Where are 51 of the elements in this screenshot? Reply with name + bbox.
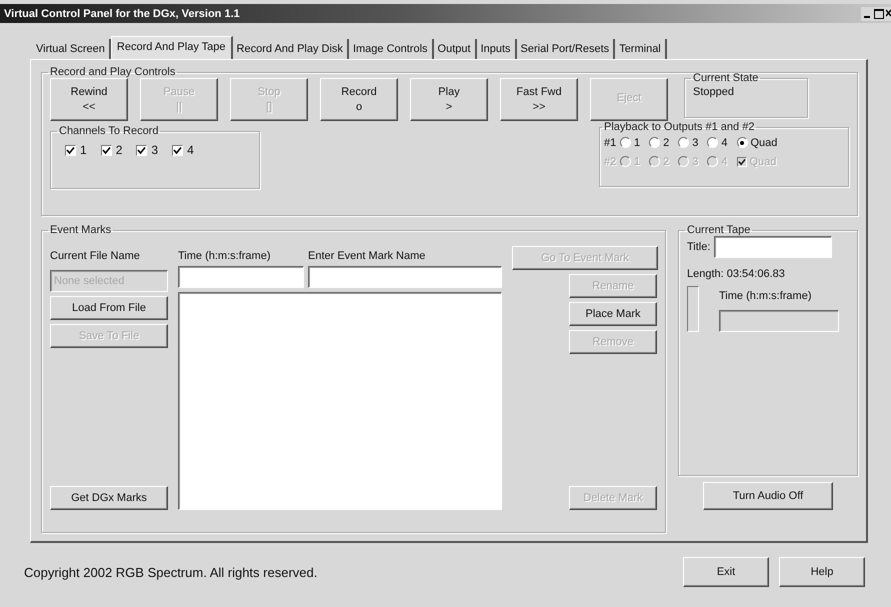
field-label: Enter Event Mark Name — [308, 249, 426, 264]
option-label: 2 — [663, 136, 670, 148]
radio-button[interactable] — [707, 137, 718, 148]
transport-button[interactable]: Fast Fwd >> — [500, 78, 578, 121]
slider-track[interactable] — [687, 286, 699, 332]
transport-button[interactable]: Record o — [320, 78, 398, 121]
radio-button[interactable] — [649, 137, 660, 148]
group-label: Record and Play Controls — [49, 66, 176, 78]
group-label: Event Marks — [49, 224, 112, 236]
close-icon[interactable] — [886, 8, 891, 18]
maximize-icon[interactable] — [874, 8, 884, 18]
field-label: Current File Name — [50, 249, 141, 264]
window-title: Virtual Control Panel for the DGx, Version 1.1 — [4, 8, 240, 20]
file-button[interactable]: Load From File — [50, 296, 168, 320]
tape-title-field[interactable] — [714, 236, 832, 258]
footer-button[interactable]: Help — [779, 557, 865, 587]
checkbox-label: 1 — [80, 143, 87, 157]
field-label: Time (h:m:s:frame) — [719, 290, 812, 302]
tab[interactable]: Record And Play Tape — [110, 36, 233, 59]
copyright-text: Copyright 2002 RGB Spectrum. All rights reserved. — [24, 564, 318, 580]
get-marks-button[interactable]: Get DGx Marks — [50, 486, 168, 510]
group-label: Channels To Record — [58, 125, 160, 137]
state-value: Stopped — [693, 86, 734, 98]
output-label: #1 — [604, 136, 617, 148]
checkbox-label: 4 — [187, 143, 194, 157]
radio-button[interactable] — [678, 137, 690, 148]
transport-button[interactable]: Play > — [410, 78, 488, 121]
option-label: 4 — [721, 136, 728, 148]
radio-button[interactable] — [736, 137, 748, 148]
audio-button[interactable]: Turn Audio Off — [703, 482, 833, 510]
field-label: Title: — [687, 241, 710, 253]
radio-button[interactable] — [620, 137, 631, 148]
transport-button[interactable]: Rewind << — [50, 78, 128, 121]
checkbox-label: 2 — [116, 143, 122, 157]
checkbox[interactable] — [100, 144, 112, 156]
checkbox-label: 3 — [151, 143, 158, 157]
checkbox[interactable] — [65, 144, 76, 156]
checkbox[interactable] — [172, 144, 184, 156]
mark-button[interactable]: Place Mark — [569, 302, 657, 326]
field-label: Time (h:m:s:frame) — [178, 249, 272, 264]
time-field[interactable] — [178, 266, 304, 288]
group-label: Current Tape — [686, 224, 752, 236]
tape-length: Length: 03:54:06.83 — [687, 268, 786, 280]
group-label: Playback to Outputs #1 and #2 — [603, 121, 756, 133]
group-label: Current State — [692, 72, 760, 84]
checkbox[interactable] — [136, 144, 148, 156]
option-label: Quad — [750, 136, 778, 148]
option-label: 3 — [692, 136, 698, 148]
mark-name-field[interactable] — [308, 266, 502, 288]
option-label: 1 — [634, 136, 640, 148]
footer-button[interactable]: Exit — [683, 557, 769, 587]
